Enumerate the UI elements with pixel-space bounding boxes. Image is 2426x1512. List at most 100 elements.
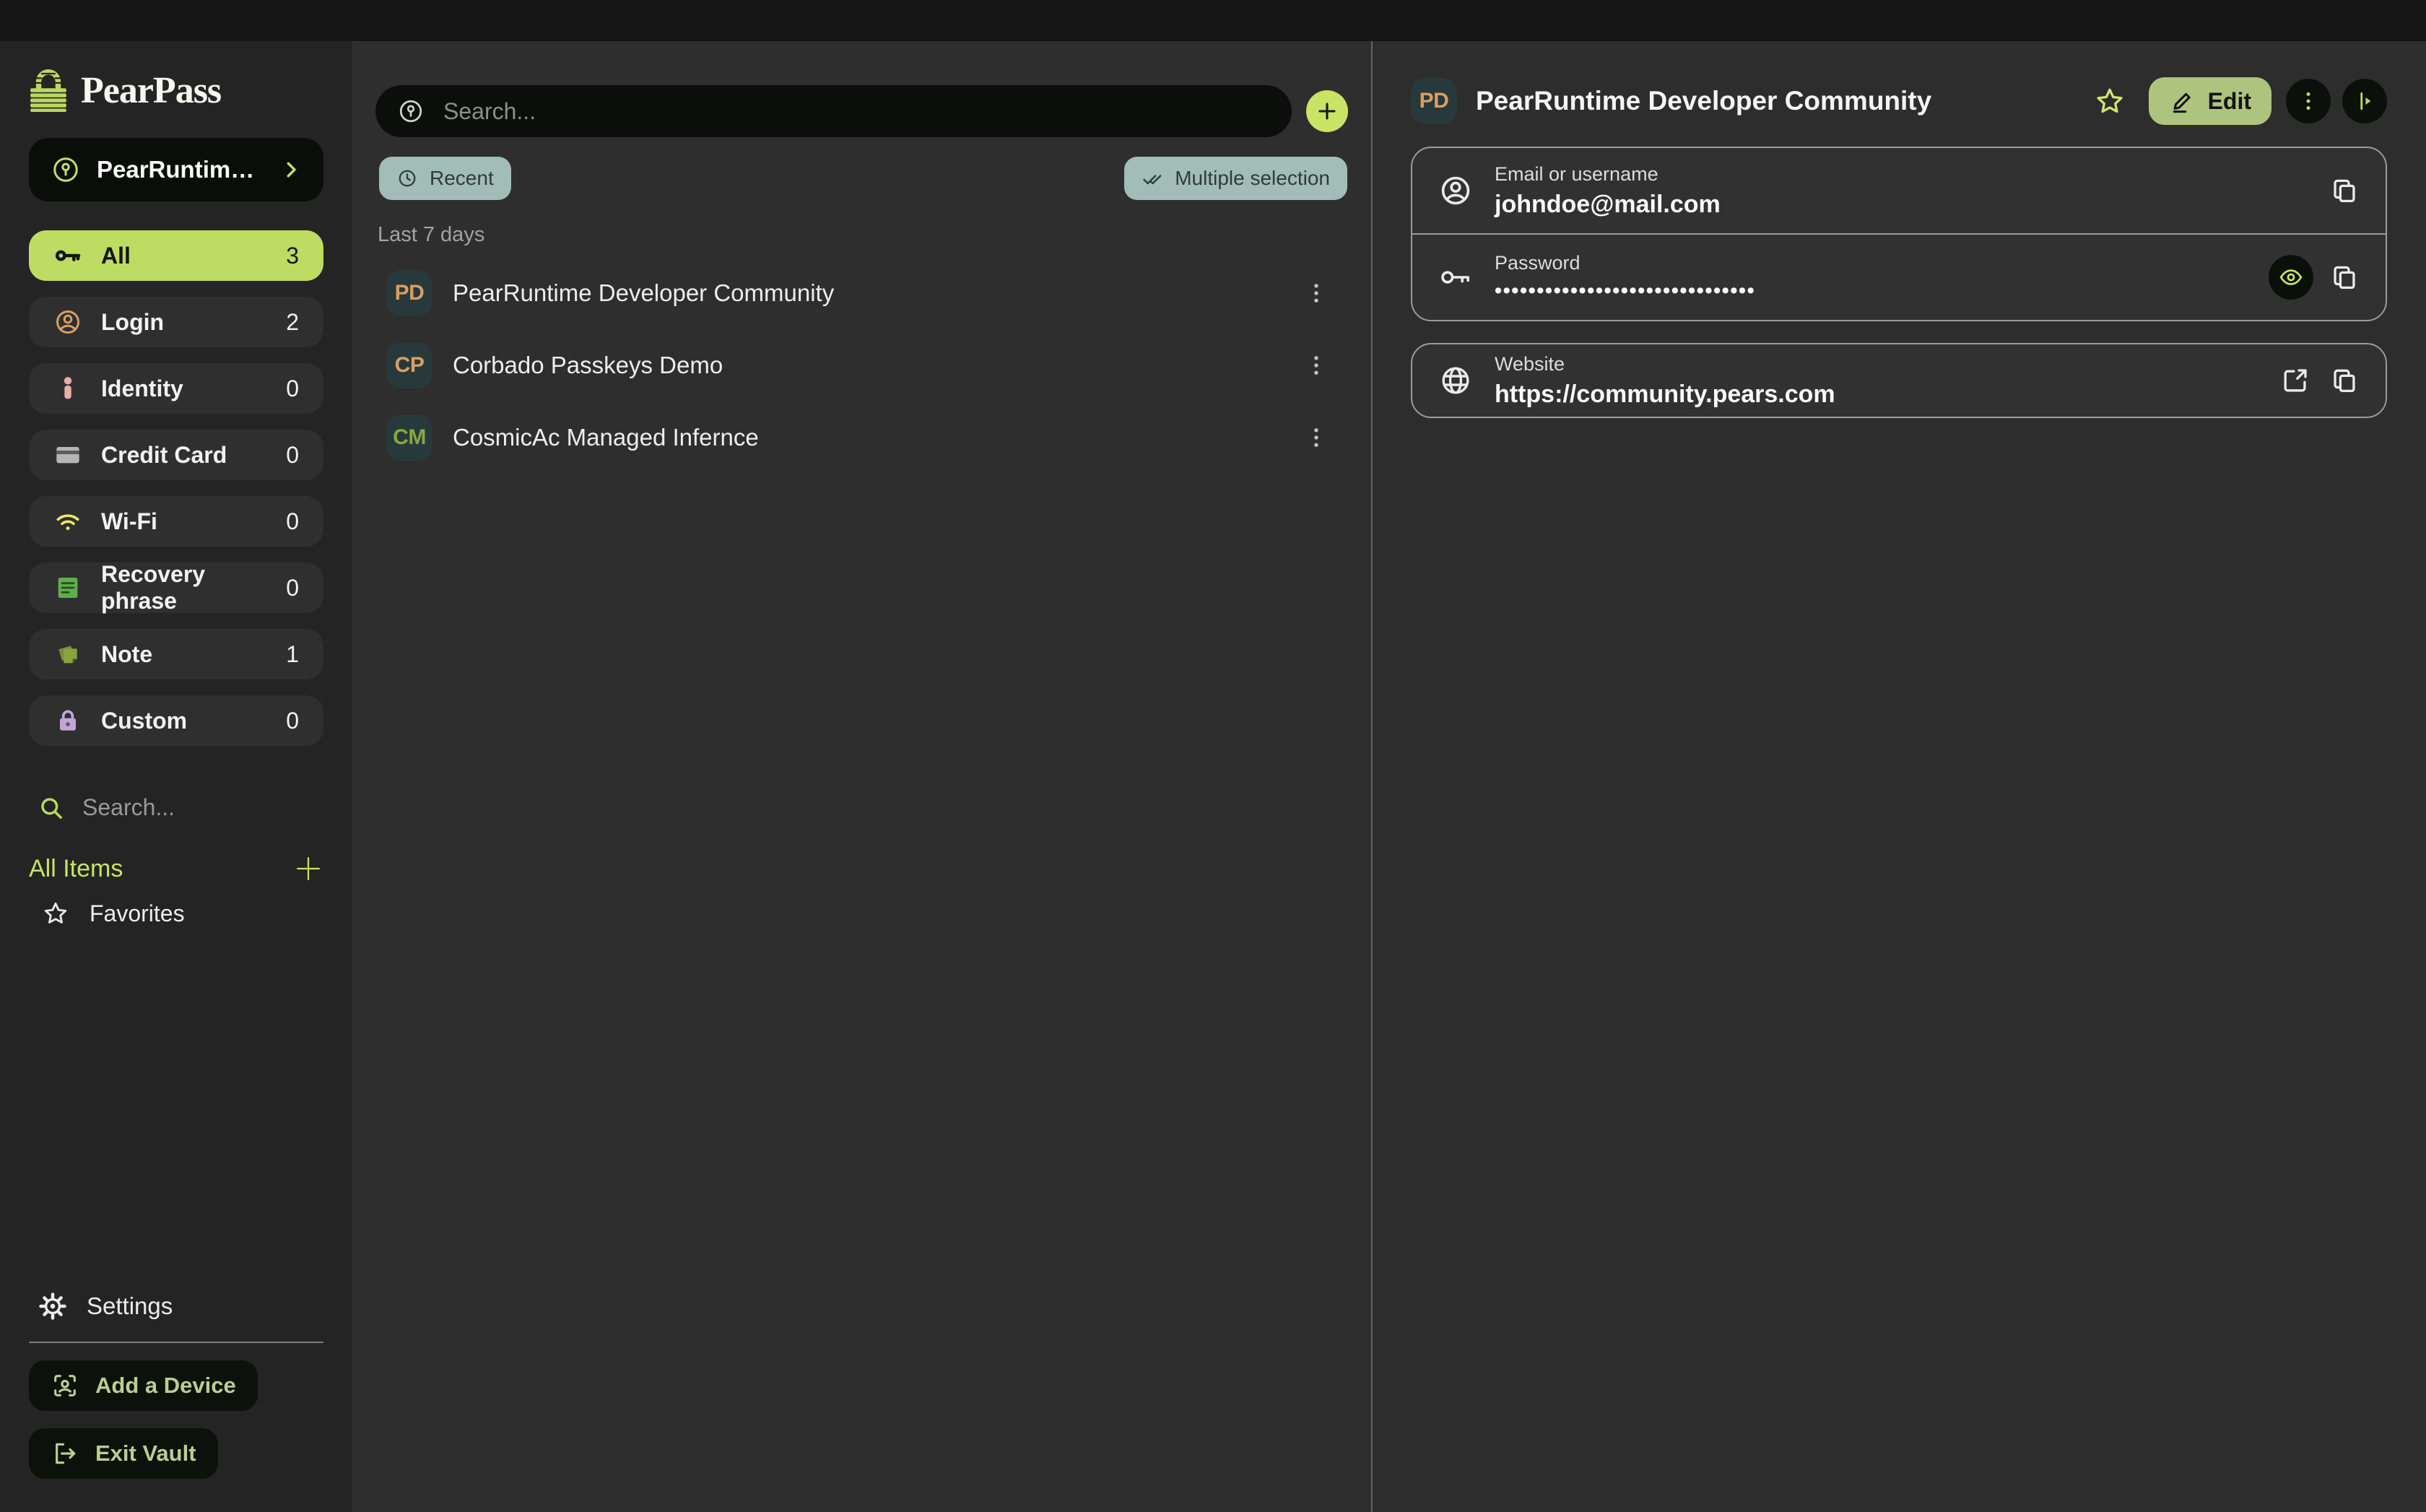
vault-selector[interactable]: PearRuntime Cre… xyxy=(29,138,323,201)
sidebar-category-item[interactable]: Custom 0 xyxy=(29,695,323,746)
all-items-row: All Items xyxy=(29,853,323,884)
category-label: Recovery phrase xyxy=(101,561,267,614)
password-field-label: Password xyxy=(1495,252,1755,274)
sidebar-category-item[interactable]: Identity 0 xyxy=(29,363,323,414)
pencil-icon xyxy=(2169,87,2196,115)
plus-icon xyxy=(1316,100,1339,123)
item-list-panel: Recent Multiple selection Last 7 days PD… xyxy=(352,41,1373,1512)
sidebar-category-item[interactable]: Note 1 xyxy=(29,629,323,679)
sidebar-category-item[interactable]: All 3 xyxy=(29,230,323,281)
category-label: Login xyxy=(101,309,164,336)
user-circle-icon xyxy=(1438,173,1473,208)
list-group-label: Last 7 days xyxy=(378,223,1371,247)
recent-chip-label: Recent xyxy=(430,167,494,190)
credentials-card: Email or username johndoe@mail.com Passw… xyxy=(1411,147,2387,321)
copy-email-button[interactable] xyxy=(2329,175,2360,206)
sidebar-category-item[interactable]: Login 2 xyxy=(29,297,323,347)
avatar: CP xyxy=(386,342,432,388)
edit-button-label: Edit xyxy=(2208,88,2251,115)
website-field-value: https://community.pears.com xyxy=(1495,381,1835,409)
kebab-menu-icon[interactable] xyxy=(1303,425,1329,451)
list-item-title: CosmicAc Managed Infernce xyxy=(453,424,759,451)
key-circle-icon xyxy=(397,97,425,125)
wifi-icon xyxy=(53,507,82,536)
category-label: Custom xyxy=(101,708,187,734)
category-label: Note xyxy=(101,641,152,668)
app-logo: PearPass xyxy=(29,69,323,112)
exit-vault-label: Exit Vault xyxy=(95,1441,196,1467)
collapse-right-icon xyxy=(2352,89,2377,113)
detail-title: PearRuntime Developer Community xyxy=(1476,86,2094,116)
edit-button[interactable]: Edit xyxy=(2149,77,2271,125)
sidebar-category-item[interactable]: Recovery phrase 0 xyxy=(29,562,323,613)
website-field-label: Website xyxy=(1495,353,1835,375)
reveal-password-button[interactable] xyxy=(2269,255,2313,300)
email-field-value: johndoe@mail.com xyxy=(1495,191,1721,219)
list-search-input[interactable] xyxy=(442,97,1270,126)
category-count: 0 xyxy=(286,442,299,469)
avatar: PD xyxy=(386,270,432,316)
search-icon xyxy=(38,794,65,822)
chevron-right-icon xyxy=(280,159,302,181)
open-website-button[interactable] xyxy=(2280,365,2310,396)
more-options-button[interactable] xyxy=(2286,79,2331,123)
category-list: All 3 Login 2 Identity 0 xyxy=(29,230,323,746)
multiple-selection-chip[interactable]: Multiple selection xyxy=(1124,157,1347,200)
copy-website-button[interactable] xyxy=(2329,365,2360,396)
pearpass-app: PearPass PearRuntime Cre… All 3 xyxy=(0,0,2426,1512)
copy-password-button[interactable] xyxy=(2329,262,2360,292)
settings-label: Settings xyxy=(87,1292,173,1320)
favorites-label: Favorites xyxy=(90,900,185,927)
multiple-selection-label: Multiple selection xyxy=(1175,167,1330,190)
category-label: Wi-Fi xyxy=(101,508,157,535)
key-icon xyxy=(1438,260,1473,295)
email-field-label: Email or username xyxy=(1495,163,1721,186)
list-item-title: Corbado Passkeys Demo xyxy=(453,352,723,379)
category-label: Credit Card xyxy=(101,442,227,469)
category-count: 0 xyxy=(286,508,299,535)
doc-lines-icon xyxy=(53,573,82,602)
globe-icon xyxy=(1438,363,1473,398)
clock-icon xyxy=(396,168,418,189)
detail-header: PD PearRuntime Developer Community Edit xyxy=(1411,77,2387,125)
sidebar: PearPass PearRuntime Cre… All 3 xyxy=(0,41,352,1512)
sidebar-item-favorites[interactable]: Favorites xyxy=(29,900,323,927)
recent-filter-chip[interactable]: Recent xyxy=(379,157,511,200)
kebab-menu-icon[interactable] xyxy=(1303,280,1329,306)
eye-icon xyxy=(2278,264,2304,290)
website-field-row: Website https://community.pears.com xyxy=(1412,344,2386,417)
sidebar-category-item[interactable]: Wi-Fi 0 xyxy=(29,496,323,547)
gear-icon xyxy=(38,1291,68,1321)
password-field-value: ••••••••••••••••••••••••••••••• xyxy=(1495,279,1755,303)
add-item-group-icon[interactable] xyxy=(293,853,323,884)
category-count: 2 xyxy=(286,309,299,336)
list-item[interactable]: PD PearRuntime Developer Community xyxy=(352,257,1371,329)
all-items-label[interactable]: All Items xyxy=(29,855,123,883)
exit-icon xyxy=(51,1439,79,1468)
add-entry-button[interactable] xyxy=(1306,90,1348,132)
note-icon xyxy=(53,640,82,669)
email-field-row: Email or username johndoe@mail.com xyxy=(1412,148,2386,233)
exit-vault-button[interactable]: Exit Vault xyxy=(29,1428,218,1479)
sidebar-category-item[interactable]: Credit Card 0 xyxy=(29,430,323,480)
favorite-star-icon[interactable] xyxy=(2094,85,2126,117)
avatar: CM xyxy=(386,414,432,461)
category-count: 0 xyxy=(286,708,299,734)
list-item[interactable]: CP Corbado Passkeys Demo xyxy=(352,329,1371,401)
category-count: 0 xyxy=(286,575,299,601)
list-item[interactable]: CM CosmicAc Managed Infernce xyxy=(352,401,1371,474)
app-title: PearPass xyxy=(81,69,221,112)
kebab-menu-icon xyxy=(2296,89,2321,113)
kebab-menu-icon[interactable] xyxy=(1303,352,1329,378)
user-circle-icon xyxy=(53,308,82,336)
add-device-button[interactable]: Add a Device xyxy=(29,1360,258,1411)
window-top-bar xyxy=(0,0,2426,41)
sidebar-item-settings[interactable]: Settings xyxy=(29,1291,323,1321)
category-count: 3 xyxy=(286,243,299,269)
category-count: 1 xyxy=(286,641,299,668)
sidebar-search-input[interactable] xyxy=(81,794,323,822)
double-check-icon xyxy=(1142,168,1163,189)
collapse-panel-button[interactable] xyxy=(2342,79,2387,123)
list-search xyxy=(375,85,1292,137)
category-count: 0 xyxy=(286,375,299,402)
